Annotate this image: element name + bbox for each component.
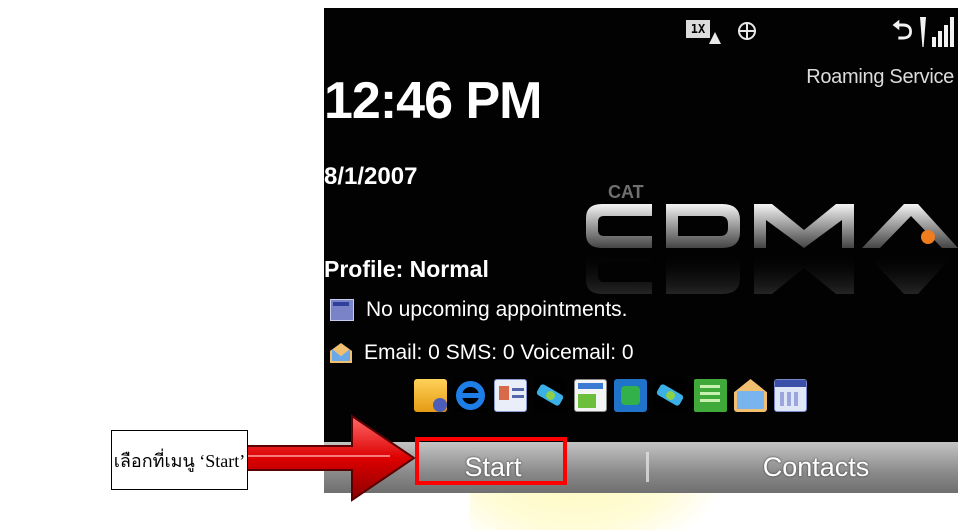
data-activity-icon [709, 32, 721, 44]
contacts-softkey[interactable]: Contacts [674, 442, 958, 493]
signal-strength-icon [920, 17, 954, 47]
contact-card-icon[interactable] [494, 379, 527, 412]
messages-row[interactable]: Email: 0 SMS: 0 Voicemail: 0 [330, 341, 634, 365]
instruction-callout: เลือกที่เมนู ‘Start’ [111, 430, 248, 490]
internet-explorer-icon[interactable] [454, 379, 487, 412]
softkey-divider [646, 452, 649, 482]
profile-status[interactable]: Profile: Normal [324, 256, 489, 283]
date[interactable]: 8/1/2007 [324, 163, 417, 191]
network-1x-icon: 1X [686, 20, 710, 38]
envelope-icon [330, 343, 352, 363]
gps-icon [738, 22, 756, 40]
status-bar: 1X ⮌ Roaming Service [324, 8, 958, 88]
instruction-text: เลือกที่เมนู ‘Start’ [113, 450, 246, 471]
calendar-icon [330, 299, 354, 321]
cat-cdma-logo: CAT [582, 168, 958, 308]
pointer-arrow-icon [241, 414, 416, 502]
satellite-icon[interactable] [534, 379, 567, 412]
appointments-row[interactable]: No upcoming appointments. [330, 298, 628, 322]
logo-small-text: CAT [608, 182, 644, 202]
calendar-icon[interactable] [774, 379, 807, 412]
phone-screen: 1X ⮌ Roaming Service 12:46 PM 8/1/2007 C… [324, 8, 958, 493]
green-document-icon[interactable] [694, 379, 727, 412]
appointments-text: No upcoming appointments. [366, 298, 628, 321]
messages-text: Email: 0 SMS: 0 Voicemail: 0 [364, 341, 634, 364]
clock[interactable]: 12:46 PM [324, 66, 542, 136]
start-highlight-box [415, 437, 567, 485]
roaming-icon: ⮌ [892, 16, 913, 46]
roaming-status-text: Roaming Service [806, 66, 954, 88]
quick-launch-bar [414, 379, 807, 412]
folder-icon[interactable] [414, 379, 447, 412]
media-icon[interactable] [614, 379, 647, 412]
messaging-window-icon[interactable] [574, 379, 607, 412]
satellite-icon[interactable] [654, 379, 687, 412]
envelope-icon[interactable] [734, 379, 767, 412]
